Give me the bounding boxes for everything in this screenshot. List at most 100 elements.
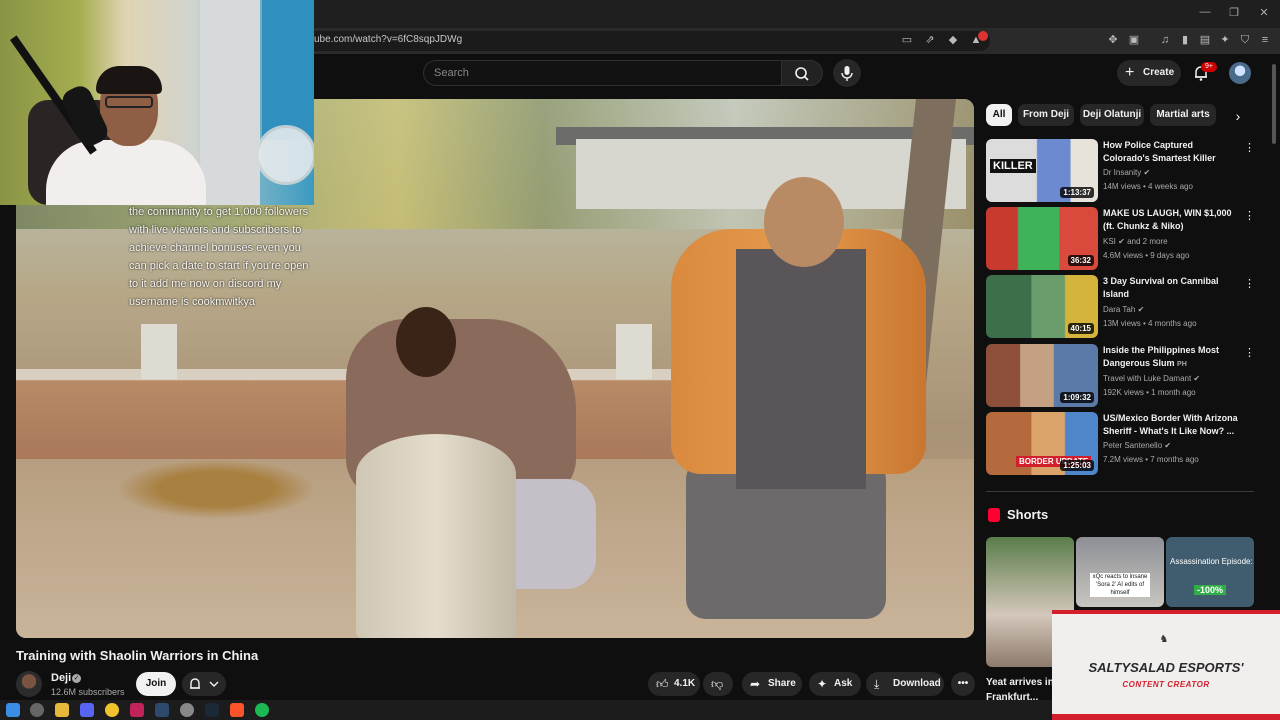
recommendation-item[interactable]: 36:32 MAKE US LAUGH, WIN $1,000 (ft. Chu… <box>986 207 1266 271</box>
app-icon[interactable] <box>130 703 144 717</box>
video-thumbnail[interactable]: 40:15 <box>986 275 1098 338</box>
channel-name-text: Travel with Luke Damant <box>1103 374 1192 383</box>
verified-icon: ✔ <box>1118 237 1125 246</box>
chip-from-deji[interactable]: From Deji <box>1018 104 1074 126</box>
chip-martial-arts[interactable]: Martial arts <box>1150 104 1216 126</box>
ask-label: Ask <box>834 678 853 689</box>
more-vertical-icon[interactable]: ⋮ <box>1244 141 1255 154</box>
search-button[interactable] <box>781 60 823 86</box>
recommendation-item[interactable]: 40:15 3 Day Survival on Cannibal Island … <box>986 275 1266 339</box>
share-button[interactable]: ➦ Share <box>742 672 802 696</box>
steam-alt-icon[interactable] <box>205 703 219 717</box>
video-thumbnail[interactable]: 36:32 <box>986 207 1098 270</box>
sidebar-icon[interactable]: ▮ <box>1178 33 1192 47</box>
screen: — ❐ ✕ ube.com/watch?v=6fC8sqpJDWg ▭ ⇗ ◆ … <box>0 0 1280 720</box>
maximize-icon[interactable]: ❐ <box>1222 6 1246 19</box>
windows-taskbar <box>0 700 1052 720</box>
channel-name-text: Peter Santenello <box>1103 441 1163 450</box>
recommendation-item[interactable]: 1:09:32 Inside the Philippines Most Dang… <box>986 344 1266 408</box>
channel-name[interactable]: Dara Tah ✔ <box>1103 305 1144 314</box>
stream-overlay-text: the community to get 1,000 followers wit… <box>129 206 309 308</box>
create-button[interactable]: + Create <box>1117 60 1181 86</box>
verified-icon: ✔ <box>1164 441 1172 450</box>
ask-button[interactable]: ✦ Ask <box>809 672 861 696</box>
wallet-icon[interactable]: ▤ <box>1198 33 1212 47</box>
more-vertical-icon[interactable]: ⋮ <box>1244 277 1255 290</box>
channel-name[interactable]: Travel with Luke Damant ✔ <box>1103 374 1200 383</box>
voice-search-button[interactable] <box>833 59 861 87</box>
windows-start-icon[interactable] <box>6 703 20 717</box>
minimize-icon[interactable]: — <box>1193 6 1217 18</box>
url-bar[interactable]: ube.com/watch?v=6fC8sqpJDWg <box>300 31 990 51</box>
more-vertical-icon[interactable]: ⋮ <box>1244 209 1255 222</box>
sidebar-scrollbar[interactable] <box>1272 64 1276 144</box>
steam-icon[interactable] <box>155 703 169 717</box>
search-input[interactable]: Search <box>423 60 781 86</box>
obs-icon[interactable] <box>180 703 194 717</box>
shorts-icon <box>988 508 1000 522</box>
dislike-button[interactable]: 👎︎ <box>703 672 733 696</box>
channel-name[interactable]: Deji <box>51 672 71 684</box>
recommendation-item[interactable]: BORDER UPDATE 1:25:03 US/Mexico Border W… <box>986 412 1266 476</box>
video-meta: 13M views • 4 months ago <box>1103 319 1197 328</box>
chrome-icon[interactable] <box>105 703 119 717</box>
vpn-icon[interactable]: ⛉ <box>1238 33 1252 47</box>
discord-icon[interactable] <box>80 703 94 717</box>
video-title[interactable]: 3 Day Survival on Cannibal Island <box>1103 275 1241 301</box>
esports-logo-icon: ♞ <box>1159 634 1169 645</box>
video-duration: 1:13:37 <box>1060 187 1094 198</box>
short-item[interactable]: Assassination Episode: -100% <box>1166 537 1254 607</box>
video-thumbnail[interactable]: BORDER UPDATE 1:25:03 <box>986 412 1098 475</box>
screenshot-icon[interactable]: ▣ <box>1127 33 1141 47</box>
video-title-text: Inside the Philippines Most Dangerous Sl… <box>1103 345 1220 368</box>
recommendation-item[interactable]: KILLER 1:13:37 How Police Captured Color… <box>986 139 1266 203</box>
chevron-right-icon[interactable]: › <box>1228 106 1248 126</box>
subscribed-button[interactable] <box>182 672 226 696</box>
video-title[interactable]: Inside the Philippines Most Dangerous Sl… <box>1103 344 1241 371</box>
video-thumbnail[interactable]: 1:09:32 <box>986 344 1098 407</box>
more-actions-button[interactable]: ••• <box>951 672 975 696</box>
short-badge: -100% <box>1194 585 1227 595</box>
account-avatar[interactable] <box>1229 62 1251 84</box>
url-text[interactable]: ube.com/watch?v=6fC8sqpJDWg <box>314 34 462 45</box>
video-duration: 36:32 <box>1067 255 1094 266</box>
video-title[interactable]: MAKE US LAUGH, WIN $1,000 (ft. Chunkz & … <box>1103 207 1241 233</box>
like-count: 4.1K <box>674 678 696 689</box>
menu-icon[interactable]: ≡ <box>1258 33 1272 47</box>
channel-name[interactable]: KSI ✔ and 2 more <box>1103 237 1168 246</box>
plus-icon: + <box>1125 64 1135 81</box>
video-meta: 14M views • 4 weeks ago <box>1103 182 1193 191</box>
video-title[interactable]: How Police Captured Colorado's Smartest … <box>1103 139 1241 165</box>
chip-all[interactable]: All <box>986 104 1012 126</box>
video-meta: 192K views • 1 month ago <box>1103 388 1196 397</box>
spotify-icon[interactable] <box>255 703 269 717</box>
cast-icon[interactable]: ▭ <box>900 33 914 47</box>
like-button[interactable]: 👍︎ 4.1K <box>648 672 700 696</box>
share-page-icon[interactable]: ⇗ <box>923 33 937 47</box>
file-explorer-icon[interactable] <box>55 703 69 717</box>
more-vertical-icon[interactable]: ⋮ <box>1244 346 1255 359</box>
extensions-icon[interactable]: ✥ <box>1106 33 1120 47</box>
shield-icon[interactable]: ◆ <box>946 33 960 47</box>
thumbnail-text: KILLER <box>990 159 1036 173</box>
video-title[interactable]: US/Mexico Border With Arizona Sheriff - … <box>1103 412 1241 438</box>
taskbar-search-icon[interactable] <box>30 703 44 717</box>
subscriber-count: 12.6M subscribers <box>51 687 125 697</box>
video-person-deji-head <box>396 307 456 377</box>
music-icon[interactable]: ♫ <box>1158 33 1172 47</box>
thumbs-up-icon: 👍︎ <box>656 677 669 691</box>
short-item[interactable]: xQc reacts to insane 'Sora 2' AI edits o… <box>1076 537 1164 607</box>
search-icon <box>795 67 809 81</box>
join-button[interactable]: Join <box>136 672 176 696</box>
download-button[interactable]: ⤓ Download <box>866 672 944 696</box>
channel-name[interactable]: Dr Insanity ✔ <box>1103 168 1150 177</box>
brave-icon[interactable] <box>230 703 244 717</box>
channel-name[interactable]: Peter Santenello ✔ <box>1103 441 1171 450</box>
channel-avatar[interactable] <box>16 671 42 697</box>
chip-deji-olatunji[interactable]: Deji Olatunji <box>1080 104 1144 126</box>
ai-icon[interactable]: ✦ <box>1218 33 1232 47</box>
esports-subtitle: CONTENT CREATOR <box>1122 680 1210 689</box>
video-thumbnail[interactable]: KILLER 1:13:37 <box>986 139 1098 202</box>
esports-title: SALTYSALAD ESPORTS' <box>1088 660 1244 675</box>
close-icon[interactable]: ✕ <box>1252 6 1276 19</box>
